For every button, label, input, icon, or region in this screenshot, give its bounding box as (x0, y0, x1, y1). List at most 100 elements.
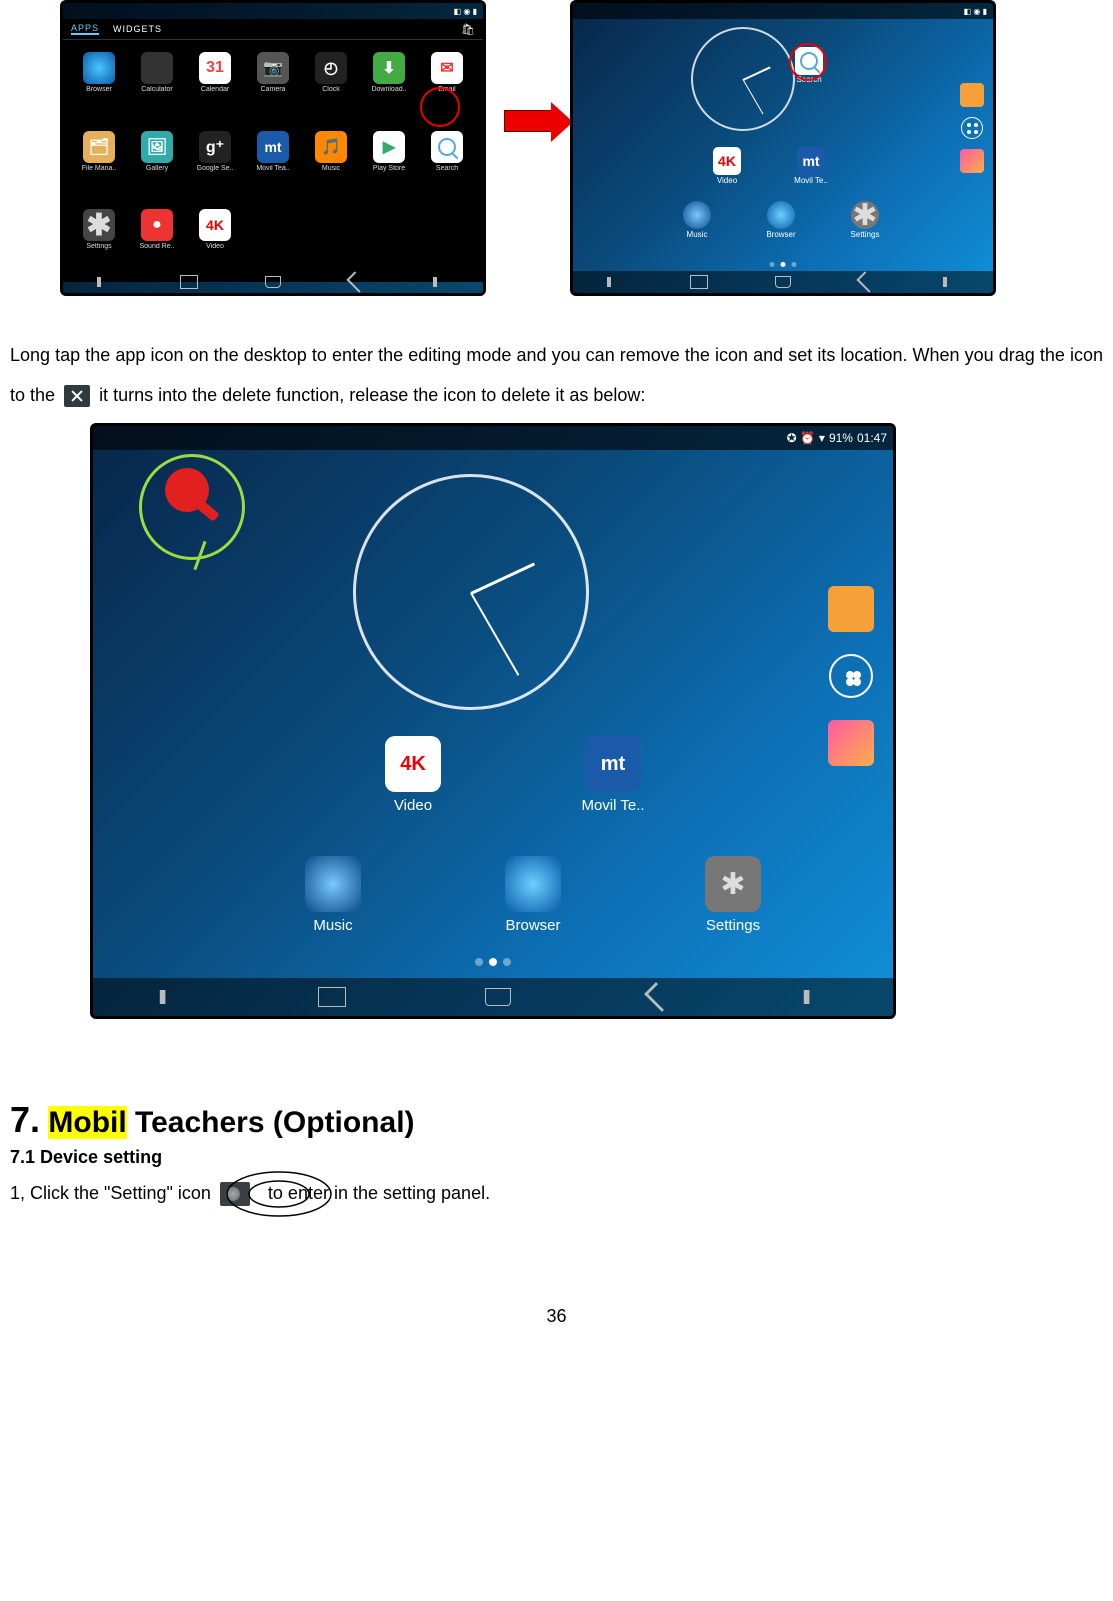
section-highlight: Mobil (48, 1106, 126, 1139)
right-dock (823, 586, 879, 766)
section-7: 7. Mobil Teachers (Optional) 7.1 Device … (0, 1019, 1113, 1216)
movil-icon: mt (257, 131, 289, 163)
home-video[interactable]: 4KVideo (333, 736, 493, 814)
app-filemanager[interactable]: 🗂File Mana.. (73, 131, 125, 204)
app-drawer-button[interactable] (829, 654, 873, 698)
para-text-after: it turns into the delete function, relea… (99, 385, 645, 405)
browser-icon (505, 856, 561, 912)
shop-icon[interactable]: 🛍 (461, 23, 475, 36)
gallery-icon: 🖼 (141, 131, 173, 163)
home-music[interactable]: Music (253, 856, 413, 934)
home-movil[interactable]: mtMovil Te.. (533, 736, 693, 814)
analog-clock-widget[interactable] (691, 27, 795, 131)
home-movil[interactable]: mtMovil Te.. (781, 147, 841, 185)
app-movilteacher[interactable]: mtMovil Tea.. (247, 131, 299, 204)
dock-item-1[interactable] (960, 83, 984, 107)
home-screenshot-small: ◧ ◉ ▮ Search 4KVideo mtMovil Te.. Music … (570, 0, 996, 296)
status-time: 01:47 (857, 431, 887, 445)
search-icon (431, 131, 463, 163)
status-bar: ◧ ◉ ▮ (63, 3, 483, 19)
calendar-icon: 31 (199, 52, 231, 84)
home-music[interactable]: Music (667, 201, 727, 239)
analog-clock-widget[interactable] (353, 474, 589, 710)
tab-widgets[interactable]: WIDGETS (113, 24, 162, 34)
nav-bar (63, 271, 483, 293)
google-icon: g⁺ (199, 131, 231, 163)
app-clock[interactable]: ◴Clock (305, 52, 357, 125)
volume-up-icon[interactable] (433, 277, 449, 287)
video-icon: 4K (713, 147, 741, 175)
email-icon: ✉ (431, 52, 463, 84)
app-googlesearch[interactable]: g⁺Google Se.. (189, 131, 241, 204)
back-icon[interactable] (857, 271, 878, 292)
app-playstore[interactable]: ▶Play Store (363, 131, 415, 204)
dock-item-2[interactable] (828, 720, 874, 766)
home-settings[interactable]: Settings (653, 856, 813, 934)
line-7-1: 1, Click the "Setting" icon to enter in … (10, 1172, 1103, 1216)
camera-icon: 📷 (257, 52, 289, 84)
right-dock (957, 83, 987, 173)
calculator-icon (141, 52, 173, 84)
home-settings[interactable]: Settings (835, 201, 895, 239)
subsection-7-1: 7.1 Device setting (10, 1147, 1103, 1168)
page-number: 36 (0, 1306, 1113, 1327)
volume-up-icon[interactable] (943, 277, 959, 287)
mic-icon: ● (141, 209, 173, 241)
folder-icon: 🗂 (83, 131, 115, 163)
nav-bar (93, 978, 893, 1016)
app-drawer-screenshot: ◧ ◉ ▮ APPS WIDGETS 🛍 Browser Calculator … (60, 0, 486, 296)
annotation-red-circle (420, 87, 460, 127)
arrow-right-icon (504, 110, 552, 132)
page-indicator (475, 958, 511, 966)
home-row-1: 4KVideo mtMovil Te.. (333, 736, 693, 814)
app-music[interactable]: 🎵Music (305, 131, 357, 204)
recent-apps-icon[interactable] (180, 275, 198, 289)
volume-up-icon[interactable] (804, 990, 826, 1004)
back-icon[interactable] (644, 982, 674, 1012)
dock-item-1[interactable] (828, 586, 874, 632)
annotation-green-circle (139, 454, 245, 560)
home-video[interactable]: 4KVideo (697, 147, 757, 185)
music-icon (305, 856, 361, 912)
status-icons: ◧ ◉ ▮ (454, 7, 477, 16)
alarm-icon: ✪ ⏰ (787, 431, 815, 445)
home-icon[interactable] (485, 988, 511, 1006)
back-icon[interactable] (347, 271, 368, 292)
line-7-1-a: 1, Click the "Setting" icon (10, 1183, 211, 1203)
play-icon: ▶ (373, 131, 405, 163)
app-gallery[interactable]: 🖼Gallery (131, 131, 183, 204)
section-title-rest: Teachers (Optional) (127, 1106, 415, 1139)
volume-down-icon[interactable] (97, 277, 113, 287)
app-download[interactable]: ⬇Download.. (363, 52, 415, 125)
home-row-2: Music Browser Settings (667, 201, 895, 239)
app-calculator[interactable]: Calculator (131, 52, 183, 125)
home-browser[interactable]: Browser (453, 856, 613, 934)
instruction-paragraph: Long tap the app icon on the desktop to … (0, 296, 1113, 415)
recent-apps-icon[interactable] (318, 987, 346, 1007)
arrow-annotation (504, 110, 552, 132)
tab-apps[interactable]: APPS (71, 23, 99, 35)
browser-icon (767, 201, 795, 229)
nav-bar (573, 271, 993, 293)
app-drawer-button[interactable] (961, 117, 983, 139)
dock-item-2[interactable] (960, 149, 984, 173)
app-calendar[interactable]: 31Calendar (189, 52, 241, 125)
battery-text: 91% (829, 431, 853, 445)
home-row-1: 4KVideo mtMovil Te.. (697, 147, 841, 185)
music-icon (683, 201, 711, 229)
app-browser[interactable]: Browser (73, 52, 125, 125)
home-icon[interactable] (775, 276, 791, 288)
volume-down-icon[interactable] (159, 990, 181, 1004)
section-7-heading: 7. Mobil Teachers (Optional) (10, 1099, 1103, 1141)
home-row-2: Music Browser Settings (253, 856, 813, 934)
recent-apps-icon[interactable] (690, 275, 708, 289)
app-camera[interactable]: 📷Camera (247, 52, 299, 125)
home-icon[interactable] (265, 276, 281, 288)
drawer-tabs: APPS WIDGETS 🛍 (63, 19, 483, 40)
music-icon: 🎵 (315, 131, 347, 163)
apps-grid: Browser Calculator 31Calendar 📷Camera ◴C… (63, 40, 483, 282)
status-bar: ✪ ⏰ ▾ 91% 01:47 (93, 426, 893, 450)
volume-down-icon[interactable] (607, 277, 623, 287)
app-search[interactable]: Search (421, 131, 473, 204)
home-browser[interactable]: Browser (751, 201, 811, 239)
